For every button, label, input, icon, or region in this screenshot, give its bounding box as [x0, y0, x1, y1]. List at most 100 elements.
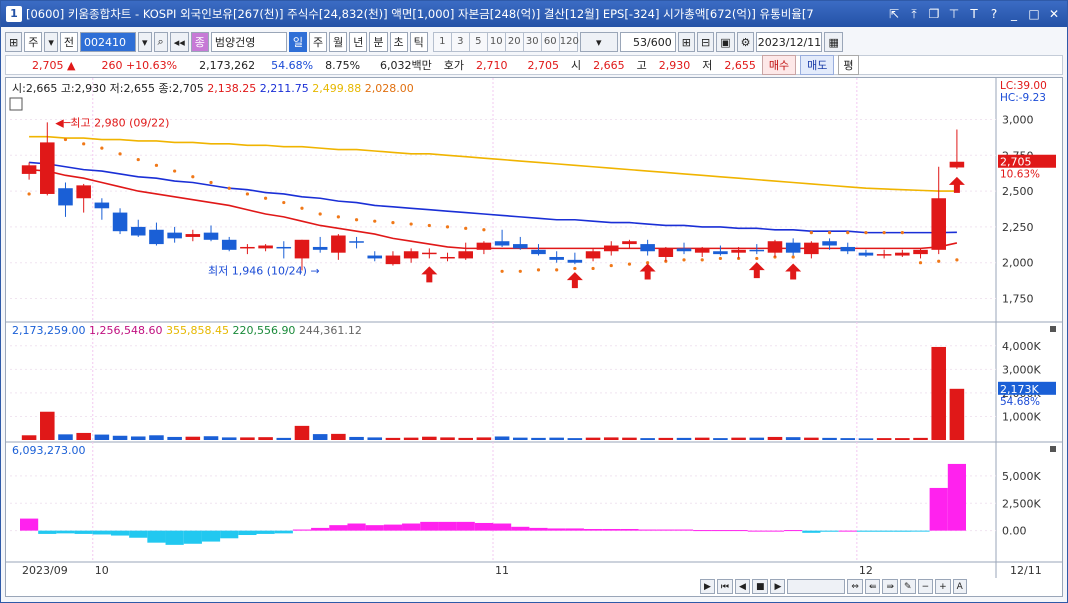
- count-input[interactable]: 53/600: [619, 32, 676, 52]
- volume-bar: [949, 388, 965, 440]
- prev-icon[interactable]: ◀: [735, 579, 750, 594]
- top-icon[interactable]: ⊤: [947, 7, 961, 22]
- chevron-down-icon[interactable]: ▾: [44, 32, 58, 52]
- text-icon[interactable]: T: [967, 7, 981, 22]
- osc-bar: [74, 530, 93, 534]
- volume-bar: [694, 437, 710, 440]
- first-icon[interactable]: ⏮: [716, 579, 734, 594]
- buy-button[interactable]: 매수: [761, 55, 797, 75]
- stop-icon[interactable]: ■: [751, 579, 769, 594]
- osc-bar: [911, 530, 930, 532]
- zoom-minus-icon[interactable]: −: [917, 579, 934, 594]
- chart-area[interactable]: 3,0002,7502,5002,2502,0001,750◀─최고 2,980…: [5, 77, 1063, 597]
- shrink-icon[interactable]: ⇚: [864, 579, 881, 594]
- candle-body: [476, 242, 492, 250]
- expand-icon[interactable]: ⇛: [882, 579, 899, 594]
- psar-dot: [846, 231, 850, 235]
- window-number: 1: [6, 6, 22, 22]
- osc-bar: [201, 530, 221, 542]
- osc-bar: [383, 524, 403, 531]
- osc-bar: [838, 530, 857, 532]
- volume-bar: [385, 437, 401, 440]
- candle-body: [40, 142, 55, 194]
- link-icon[interactable]: ⇱: [887, 7, 901, 22]
- volume-bar: [58, 434, 73, 440]
- lc-label: LC:39.00: [1000, 80, 1047, 92]
- fit-icon[interactable]: ⇔: [847, 579, 863, 594]
- sell-button[interactable]: 매도: [800, 55, 835, 75]
- close-icon[interactable]: ✕: [1047, 7, 1061, 22]
- prev-button[interactable]: 전: [59, 32, 78, 52]
- interval-120[interactable]: 120: [558, 32, 579, 52]
- zoom-in-icon[interactable]: ⊞: [677, 32, 695, 52]
- tab-month[interactable]: 월: [329, 32, 348, 52]
- current-volume-pct: 54.68%: [1000, 396, 1040, 408]
- psar-dot: [63, 137, 68, 142]
- candle-body: [949, 161, 965, 168]
- tab-second[interactable]: 초: [389, 32, 408, 52]
- layout-icon[interactable]: ⊞: [5, 32, 23, 52]
- interval-10[interactable]: 10: [486, 32, 506, 52]
- candle-body: [403, 251, 419, 259]
- next-icon[interactable]: ▶: [770, 579, 786, 594]
- zoom-out-icon[interactable]: ⊟: [696, 32, 715, 52]
- psar-dot: [482, 228, 486, 232]
- osc-bar: [693, 530, 712, 532]
- help-icon[interactable]: ?: [987, 7, 1001, 22]
- minimize-icon[interactable]: _: [1007, 7, 1021, 22]
- osc-bar: [565, 528, 584, 531]
- restore-icon[interactable]: ❐: [927, 7, 941, 22]
- tab-tick[interactable]: 틱: [409, 32, 428, 52]
- buy-signal-arrow: [421, 266, 438, 283]
- volume-bar: [40, 411, 55, 440]
- price-tick-label: 3,000: [1002, 113, 1034, 126]
- volume-bar: [731, 437, 746, 440]
- code-dropdown-icon[interactable]: ▾: [138, 32, 152, 52]
- osc-bar: [947, 463, 966, 531]
- buy-signal-arrow: [785, 263, 802, 280]
- stock-code-input[interactable]: 002410: [80, 32, 136, 52]
- volume-bar: [130, 436, 146, 440]
- osc-tick-label: 5,000K: [1002, 470, 1041, 483]
- interval-5[interactable]: 5: [468, 32, 488, 52]
- volume-bar: [331, 433, 346, 440]
- search-icon[interactable]: ⌕: [153, 32, 168, 52]
- tab-day[interactable]: 일: [288, 32, 307, 52]
- hoga-label: 호가: [443, 59, 465, 72]
- interval-3[interactable]: 3: [450, 32, 470, 52]
- candle-body: [185, 234, 201, 237]
- volume-bar: [931, 346, 946, 440]
- candle-body: [258, 245, 273, 249]
- period-type-select[interactable]: 주: [24, 32, 43, 52]
- date-input[interactable]: 2023/12/11: [756, 32, 823, 52]
- candle-body: [294, 239, 310, 259]
- chart-svg[interactable]: 3,0002,7502,5002,2502,0001,750◀─최고 2,980…: [6, 78, 1062, 596]
- draw-icon[interactable]: ✎: [900, 579, 916, 594]
- volume-bar: [913, 437, 928, 440]
- tab-minute[interactable]: 분: [369, 32, 388, 52]
- eval-button[interactable]: 평: [838, 55, 859, 75]
- interval-20[interactable]: 20: [504, 32, 524, 52]
- play-icon[interactable]: ▶: [700, 579, 715, 594]
- auto-button[interactable]: A: [952, 579, 967, 594]
- interval-30[interactable]: 30: [522, 32, 542, 52]
- zoom-plus-icon[interactable]: +: [935, 579, 951, 594]
- interval-60[interactable]: 60: [540, 32, 560, 52]
- ma2-legend: 2,211.75: [259, 82, 309, 95]
- scroll-bar[interactable]: [787, 579, 846, 594]
- pin-icon[interactable]: ⤒: [907, 7, 921, 22]
- sound-icon[interactable]: ◂◂: [169, 32, 189, 52]
- osc-bar: [747, 530, 766, 532]
- volume-bar: [185, 436, 201, 440]
- settings-icon[interactable]: ⚙: [736, 32, 755, 52]
- calendar-icon[interactable]: ▦: [824, 32, 843, 52]
- tab-week[interactable]: 주: [309, 32, 328, 52]
- save-icon[interactable]: ▣: [716, 32, 735, 52]
- tab-year[interactable]: 년: [349, 32, 368, 52]
- interval-dropdown[interactable]: ▾: [579, 32, 618, 52]
- candle-body: [21, 165, 37, 174]
- maximize-icon[interactable]: □: [1027, 7, 1041, 22]
- stock-type-badge: 종: [190, 32, 209, 52]
- interval-1[interactable]: 1: [432, 32, 452, 52]
- osc-bar: [311, 527, 330, 531]
